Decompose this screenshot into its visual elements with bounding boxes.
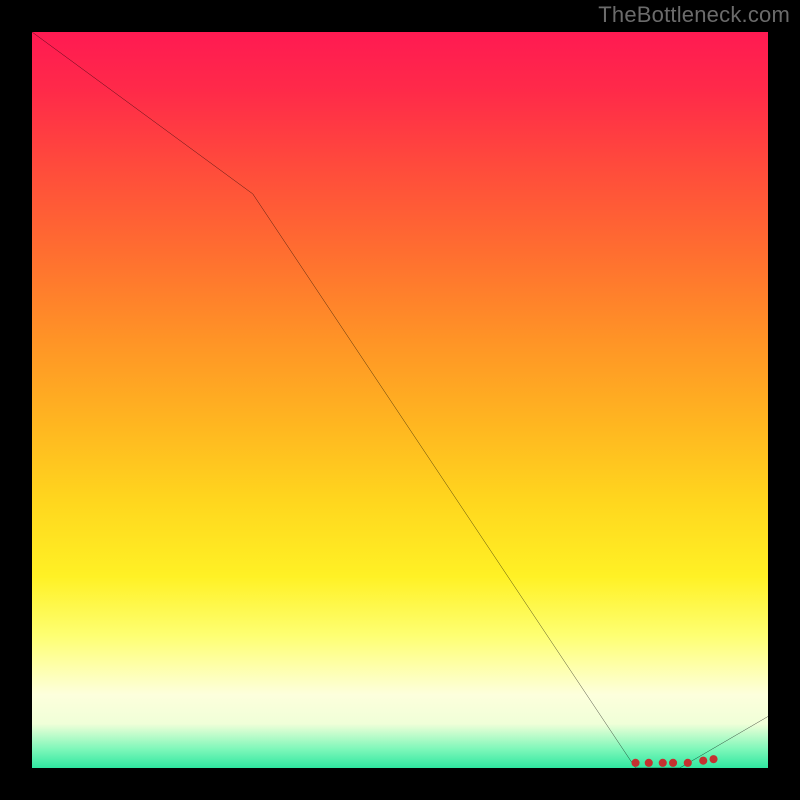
attribution-label: TheBottleneck.com [598,2,790,28]
marker-dot [684,759,692,767]
marker-group [631,755,717,767]
chart-overlay [32,32,768,768]
marker-dot [645,759,653,767]
chart-frame: TheBottleneck.com [0,0,800,800]
marker-dot [631,759,639,767]
marker-dot [659,759,667,767]
plot-area [32,32,768,768]
data-curve [32,32,768,768]
marker-dot [669,759,677,767]
marker-dot [709,755,717,763]
marker-dot [699,757,707,765]
